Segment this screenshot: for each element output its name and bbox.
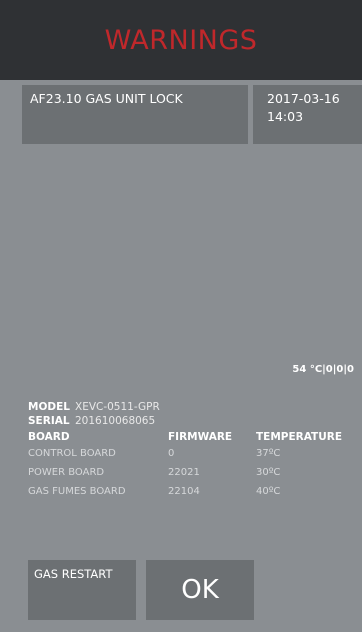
warning-timestamp-box[interactable]: 2017-03-16 14:03: [253, 85, 362, 144]
warning-message: AF23.10 GAS UNIT LOCK: [30, 91, 183, 106]
serial-label: SERIAL: [28, 415, 70, 427]
table-row: GAS FUMES BOARD 22104 40ºC: [28, 482, 362, 501]
warning-time: 14:03: [267, 109, 304, 124]
board-table-header: BOARD FIRMWARE TEMPERATURE: [28, 430, 362, 444]
board-table: BOARD FIRMWARE TEMPERATURE CONTROL BOARD…: [28, 430, 362, 501]
header-board: BOARD: [28, 431, 70, 443]
warning-date: 2017-03-16: [267, 91, 340, 106]
model-label: MODEL: [28, 401, 70, 413]
board-name: GAS FUMES BOARD: [28, 486, 126, 497]
board-firmware: 0: [168, 448, 175, 459]
board-firmware: 22021: [168, 467, 200, 478]
ok-button[interactable]: OK: [146, 560, 254, 620]
gas-restart-label: GAS RESTART: [34, 567, 113, 581]
warning-timestamp: 2017-03-16 14:03: [253, 85, 362, 126]
board-temperature: 40ºC: [256, 486, 281, 497]
warning-message-box[interactable]: AF23.10 GAS UNIT LOCK: [22, 85, 248, 144]
temperature-readout: 54 °C|0|0|0: [292, 364, 354, 375]
board-name: POWER BOARD: [28, 467, 105, 478]
board-firmware: 22104: [168, 486, 200, 497]
header-firmware: FIRMWARE: [168, 431, 233, 443]
serial-value: 201610068065: [75, 415, 156, 427]
board-temperature: 30ºC: [256, 467, 281, 478]
header-temperature: TEMPERATURE: [256, 431, 342, 443]
gas-restart-button[interactable]: GAS RESTART: [28, 560, 136, 620]
board-name: CONTROL BOARD: [28, 448, 116, 459]
model-value: XEVC-0511-GPR: [75, 401, 160, 413]
page-title: WARNINGS: [104, 24, 258, 56]
serial-row: SERIAL 201610068065: [28, 414, 362, 428]
board-temperature: 37ºC: [256, 448, 281, 459]
device-info: MODEL XEVC-0511-GPR SERIAL 201610068065 …: [28, 400, 362, 501]
header-bar: WARNINGS: [0, 0, 362, 80]
table-row: POWER BOARD 22021 30ºC: [28, 463, 362, 482]
table-row: CONTROL BOARD 0 37ºC: [28, 444, 362, 463]
model-row: MODEL XEVC-0511-GPR: [28, 400, 362, 414]
